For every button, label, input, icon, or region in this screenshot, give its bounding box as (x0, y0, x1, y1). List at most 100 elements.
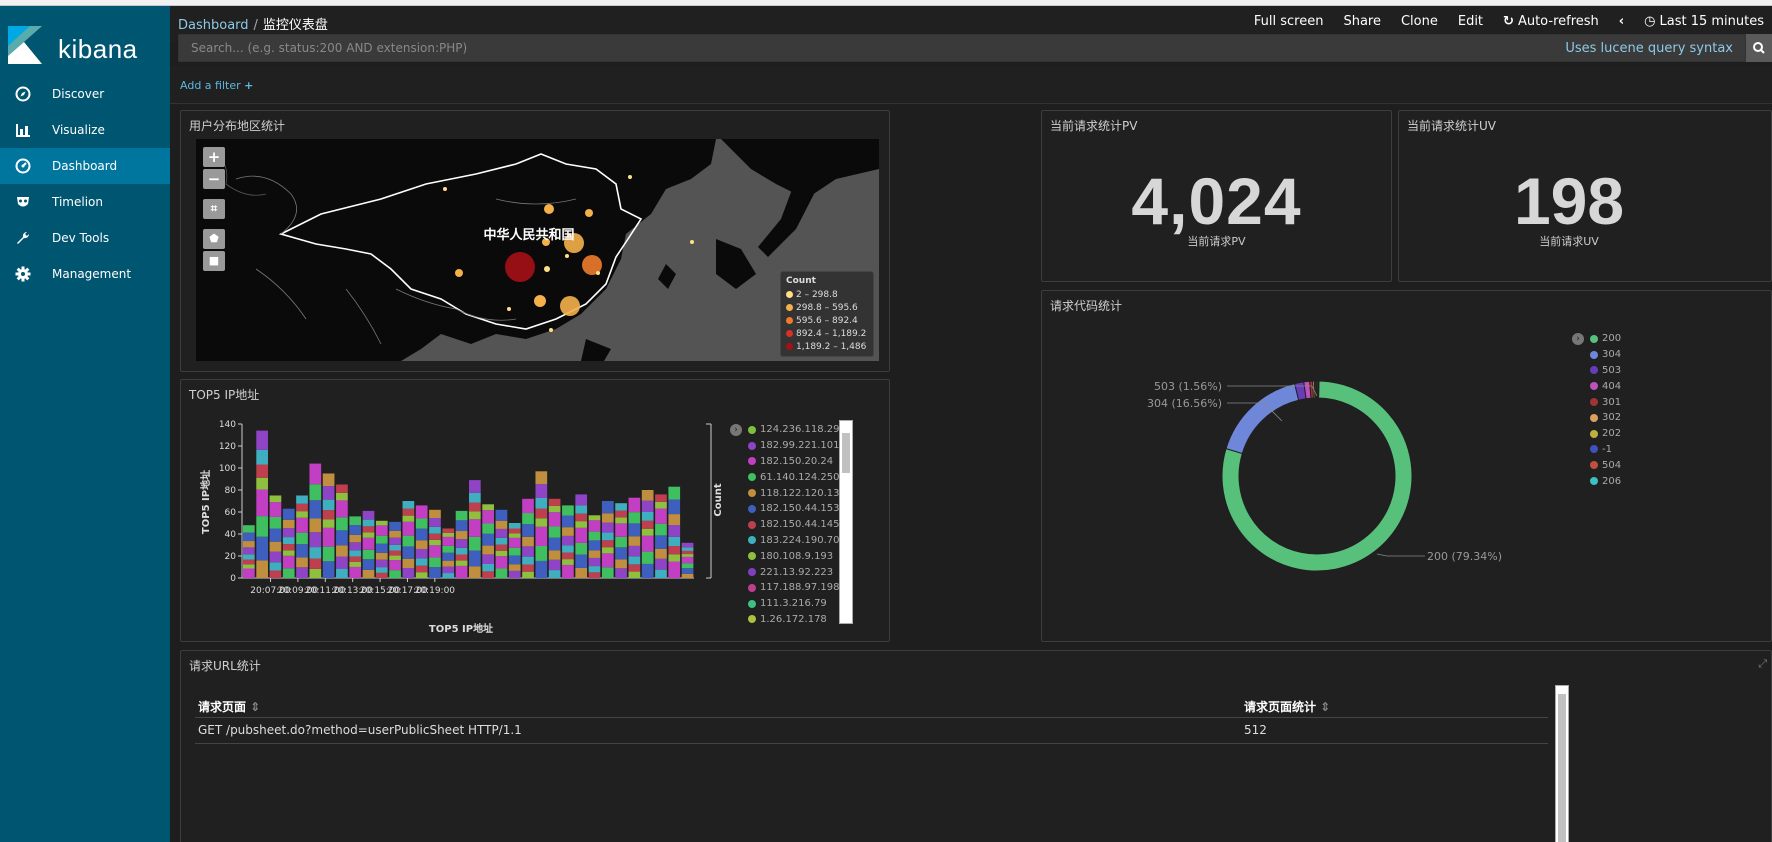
bar-segment[interactable] (282, 555, 295, 569)
kibana-logo[interactable]: kibana (8, 26, 158, 70)
bar-segment[interactable] (588, 540, 601, 551)
bar-segment[interactable] (322, 546, 335, 562)
bar-segment[interactable] (442, 536, 455, 546)
bar-segment[interactable] (243, 559, 255, 565)
bar-segment[interactable] (548, 526, 561, 538)
sidebar-item-management[interactable]: Management (0, 256, 170, 292)
bar-segment[interactable] (442, 528, 455, 533)
bar-segment[interactable] (469, 566, 481, 578)
map-marker[interactable] (628, 175, 632, 179)
bar-segment[interactable] (256, 516, 268, 537)
bar-segment[interactable] (548, 537, 561, 551)
bar-segment[interactable] (508, 523, 521, 529)
bar-segment[interactable] (442, 552, 455, 561)
bar-segment[interactable] (601, 567, 614, 578)
bar-segment[interactable] (256, 464, 268, 478)
bar-segment[interactable] (562, 535, 574, 546)
bar-segment[interactable] (415, 505, 428, 519)
bar-segment[interactable] (575, 527, 588, 543)
map-marker[interactable] (585, 209, 593, 217)
bar-segment[interactable] (455, 560, 468, 566)
bar-segment[interactable] (615, 536, 627, 548)
bar-segment[interactable] (628, 497, 641, 513)
share-button[interactable]: Share (1343, 14, 1381, 29)
search-input[interactable]: Search... (e.g. status:200 AND extension… (178, 34, 1746, 62)
map-marker[interactable] (549, 328, 553, 332)
draw-rectangle-icon[interactable]: ■ (203, 251, 225, 271)
bar-segment[interactable] (482, 523, 494, 534)
bar-segment[interactable] (535, 545, 548, 561)
bar-segment[interactable] (362, 559, 375, 570)
bar-segment[interactable] (641, 551, 654, 564)
bar-segment[interactable] (455, 565, 468, 578)
bar-segment[interactable] (562, 559, 574, 565)
bar-segment[interactable] (588, 566, 601, 573)
bar-segment[interactable] (296, 532, 308, 545)
bar-segment[interactable] (508, 570, 521, 578)
bar-segment[interactable] (309, 500, 322, 519)
bar-segment[interactable] (402, 501, 415, 509)
edit-button[interactable]: Edit (1458, 14, 1483, 29)
bar-segment[interactable] (429, 526, 441, 534)
bar-segment[interactable] (628, 571, 641, 578)
bar-segment[interactable] (575, 494, 588, 506)
legend-item[interactable]: 182.150.44.145 (748, 517, 846, 533)
bar-segment[interactable] (601, 532, 614, 541)
bar-segment[interactable] (282, 537, 295, 545)
bar-segment[interactable] (349, 566, 362, 578)
clone-button[interactable]: Clone (1401, 14, 1438, 29)
bar-segment[interactable] (282, 550, 295, 556)
bar-segment[interactable] (548, 505, 561, 513)
bar-segment[interactable] (508, 564, 521, 571)
bar-segment[interactable] (641, 528, 654, 536)
bar-segment[interactable] (389, 555, 401, 561)
bar-segment[interactable] (495, 568, 508, 578)
legend-item[interactable]: 404 (1590, 378, 1621, 394)
bar-segment[interactable] (641, 490, 654, 501)
bar-segment[interactable] (349, 534, 362, 543)
bar-segment[interactable] (495, 528, 508, 538)
legend-item[interactable]: 503 (1590, 363, 1621, 379)
bar-segment[interactable] (535, 508, 548, 519)
bar-segment[interactable] (402, 535, 415, 547)
table-scrollbar[interactable] (1555, 685, 1569, 842)
bar-segment[interactable] (469, 480, 481, 493)
bar-segment[interactable] (601, 513, 614, 523)
bar-segment[interactable] (522, 571, 534, 578)
bar-segment[interactable] (282, 508, 295, 520)
bar-segment[interactable] (429, 533, 441, 540)
bar-segment[interactable] (562, 505, 574, 516)
legend-item[interactable]: › 124.236.118.29 (730, 422, 846, 438)
bar-segment[interactable] (655, 548, 667, 559)
zoom-out-button[interactable]: − (203, 169, 225, 189)
bar-segment[interactable] (668, 536, 681, 547)
legend-item[interactable]: 1.26.172.178 (748, 612, 846, 628)
bar-segment[interactable] (562, 545, 574, 553)
bar-segment[interactable] (256, 449, 268, 465)
bar-segment[interactable] (681, 547, 694, 551)
bar-segment[interactable] (442, 573, 455, 578)
map-marker[interactable] (544, 204, 554, 214)
bar-segment[interactable] (429, 509, 441, 518)
bar-segment[interactable] (415, 572, 428, 578)
bar-segment[interactable] (415, 540, 428, 549)
bar-segment[interactable] (415, 558, 428, 566)
bar-segment[interactable] (482, 504, 494, 511)
bar-segment[interactable] (375, 567, 388, 573)
coordinate-map[interactable]: 中华人民共和国 + − ⌗ ⬟ ■ Count 2 – 298.8 298.8 … (196, 139, 879, 361)
bar-segment[interactable] (655, 535, 667, 549)
time-picker-button[interactable]: ◷ Last 15 minutes (1644, 14, 1764, 29)
bar-segment[interactable] (655, 494, 667, 502)
bar-segment[interactable] (615, 547, 627, 560)
bar-segment[interactable] (469, 502, 481, 512)
bar-segment[interactable] (415, 518, 428, 529)
bar-segment[interactable] (455, 531, 468, 540)
bar-segment[interactable] (256, 477, 268, 490)
bar-segment[interactable] (322, 510, 335, 520)
bar-segment[interactable] (455, 520, 468, 532)
bar-segment[interactable] (628, 512, 641, 524)
bar-segment[interactable] (641, 500, 654, 512)
bar-segment[interactable] (362, 549, 375, 560)
legend-item[interactable]: 182.150.44.153 (748, 501, 846, 517)
bar-segment[interactable] (655, 558, 667, 570)
